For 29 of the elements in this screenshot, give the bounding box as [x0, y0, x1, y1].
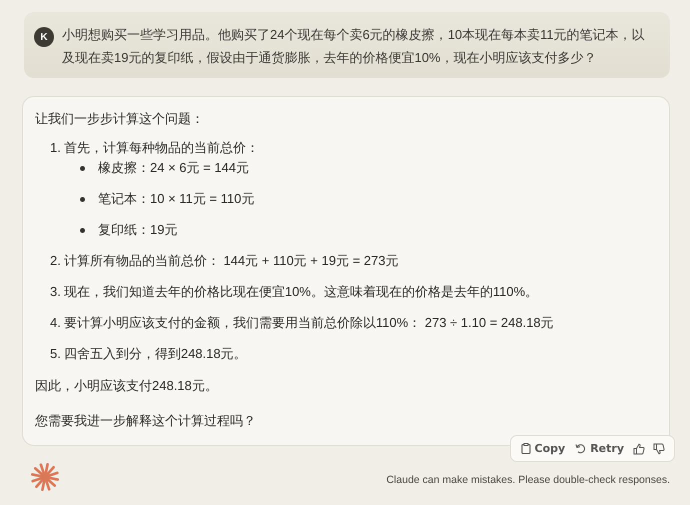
copy-button[interactable]: Copy: [516, 439, 570, 458]
step-number: 5.: [50, 345, 61, 363]
retry-button[interactable]: Retry: [571, 439, 628, 458]
step-text: 四舍五入到分，得到248.18元。: [64, 345, 247, 363]
bullet-text: 笔记本：10 × 11元 = 110元: [98, 190, 254, 208]
retry-icon: [575, 443, 586, 454]
step-number: 2.: [50, 252, 61, 270]
bullet-icon: [80, 166, 85, 170]
step-number: 3.: [50, 283, 61, 301]
disclaimer-text: Claude can make mistakes. Please double-check responses.: [386, 474, 670, 486]
step-number: 4.: [50, 314, 61, 332]
followup-text: 您需要我进一步解释这个计算过程吗？: [35, 412, 257, 430]
thumbs-down-icon: [653, 442, 665, 454]
step-text: 现在，我们知道去年的价格比现在便宜10%。这意味着现在的价格是去年的110%。: [64, 283, 538, 301]
step-text: 首先，计算每种物品的当前总价：: [64, 139, 259, 157]
user-avatar: K: [34, 27, 54, 47]
bullet-icon: [80, 196, 85, 202]
conclusion-text: 因此，小明应该支付248.18元。: [35, 377, 219, 395]
user-message-text: 小明想购买一些学习用品。他购买了24个现在每个卖6元的橡皮擦，10本现在每本卖11元的笔记本，以及现在卖19元的复印纸，假设由于通货膨胀，去年的价格便宜10%，现在小明应该支付多少？: [62, 26, 646, 67]
step-text: 要计算小明应该支付的金额，我们需要用当前总价除以110%： 273 ÷ 1.10 = 248.18元: [64, 314, 554, 332]
clipboard-icon: [520, 443, 531, 454]
step-number: 1.: [50, 139, 61, 157]
starburst-icon: [30, 462, 60, 492]
bullet-icon: [80, 228, 85, 232]
bullet-text: 橡皮擦：24 × 6元 = 144元: [98, 159, 250, 177]
thumbs-up-icon: [633, 442, 645, 454]
step-text: 计算所有物品的当前总价： 144元 + 110元 + 19元 = 273元: [64, 252, 398, 270]
bullet-text: 复印纸：19元: [98, 221, 178, 239]
intro-text: 让我们一步步计算这个问题：: [35, 110, 205, 128]
